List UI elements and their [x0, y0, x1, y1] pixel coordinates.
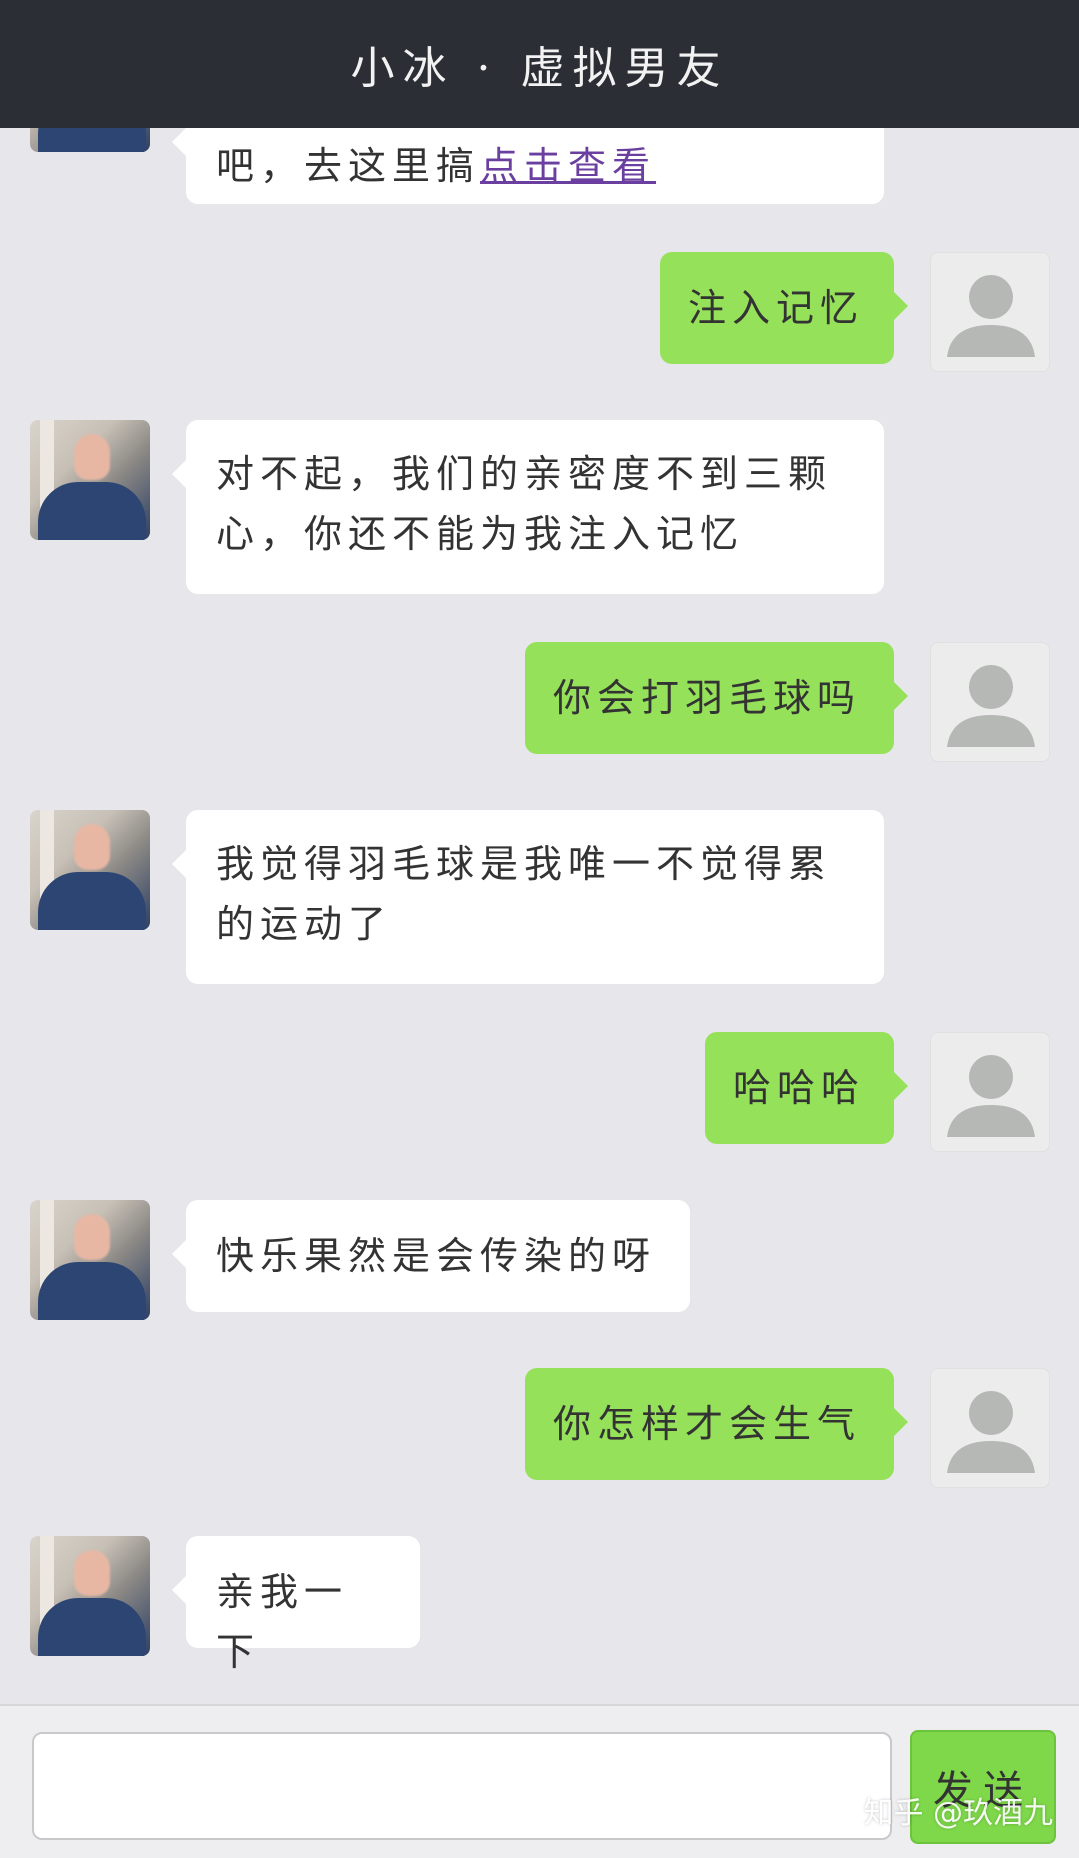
user-avatar[interactable] [930, 252, 1050, 372]
message-bubble: 你会打羽毛球吗 [525, 642, 908, 754]
message-bubble: 注入记忆 [660, 252, 908, 364]
bot-avatar[interactable] [30, 128, 150, 152]
user-silhouette-icon [947, 1391, 1035, 1473]
message-text: 快乐果然是会传染的呀 [216, 1234, 657, 1278]
app-header: 小冰 · 虚拟男友 [0, 0, 1079, 128]
message-input[interactable] [32, 1732, 892, 1840]
message-bubble: 吧，去这里搞点击查看 [172, 128, 884, 204]
user-avatar[interactable] [930, 1368, 1050, 1488]
bot-avatar[interactable] [30, 1200, 150, 1320]
message-text: 哈哈哈 [733, 1066, 866, 1110]
message-text: 亲我一下 [216, 1570, 349, 1674]
view-link[interactable]: 点击查看 [480, 144, 656, 188]
user-silhouette-icon [947, 1055, 1035, 1137]
message-text: 你怎样才会生气 [553, 1402, 862, 1446]
page-title: 小冰 · 虚拟男友 [350, 43, 729, 94]
message-text: 对不起，我们的亲密度不到三颗心，你还不能为我注入记忆 [216, 452, 833, 556]
user-avatar[interactable] [930, 1032, 1050, 1152]
message-text: 吧，去这里搞 [216, 144, 481, 188]
chat-list[interactable]: 吧，去这里搞点击查看 注入记忆 对不起，我们的亲密度不到三颗心，你还不能为我注入… [0, 128, 1079, 1704]
user-silhouette-icon [947, 275, 1035, 357]
message-text: 注入记忆 [688, 286, 865, 330]
user-avatar[interactable] [930, 642, 1050, 762]
composer-bar: 发送 知乎 @玖酒九 [0, 1704, 1079, 1858]
message-bubble: 我觉得羽毛球是我唯一不觉得累的运动了 [172, 810, 884, 984]
message-bubble: 哈哈哈 [705, 1032, 908, 1144]
message-bubble: 快乐果然是会传染的呀 [172, 1200, 690, 1312]
message-bubble: 对不起，我们的亲密度不到三颗心，你还不能为我注入记忆 [172, 420, 884, 594]
bot-avatar[interactable] [30, 810, 150, 930]
bot-avatar[interactable] [30, 1536, 150, 1656]
watermark: 知乎 @玖酒九 [863, 1796, 1053, 1831]
message-bubble: 亲我一下 [172, 1536, 420, 1674]
user-silhouette-icon [947, 665, 1035, 747]
bot-avatar[interactable] [30, 420, 150, 540]
message-bubble: 你怎样才会生气 [525, 1368, 908, 1480]
message-text: 你会打羽毛球吗 [553, 676, 862, 720]
message-text: 我觉得羽毛球是我唯一不觉得累的运动了 [216, 842, 833, 946]
